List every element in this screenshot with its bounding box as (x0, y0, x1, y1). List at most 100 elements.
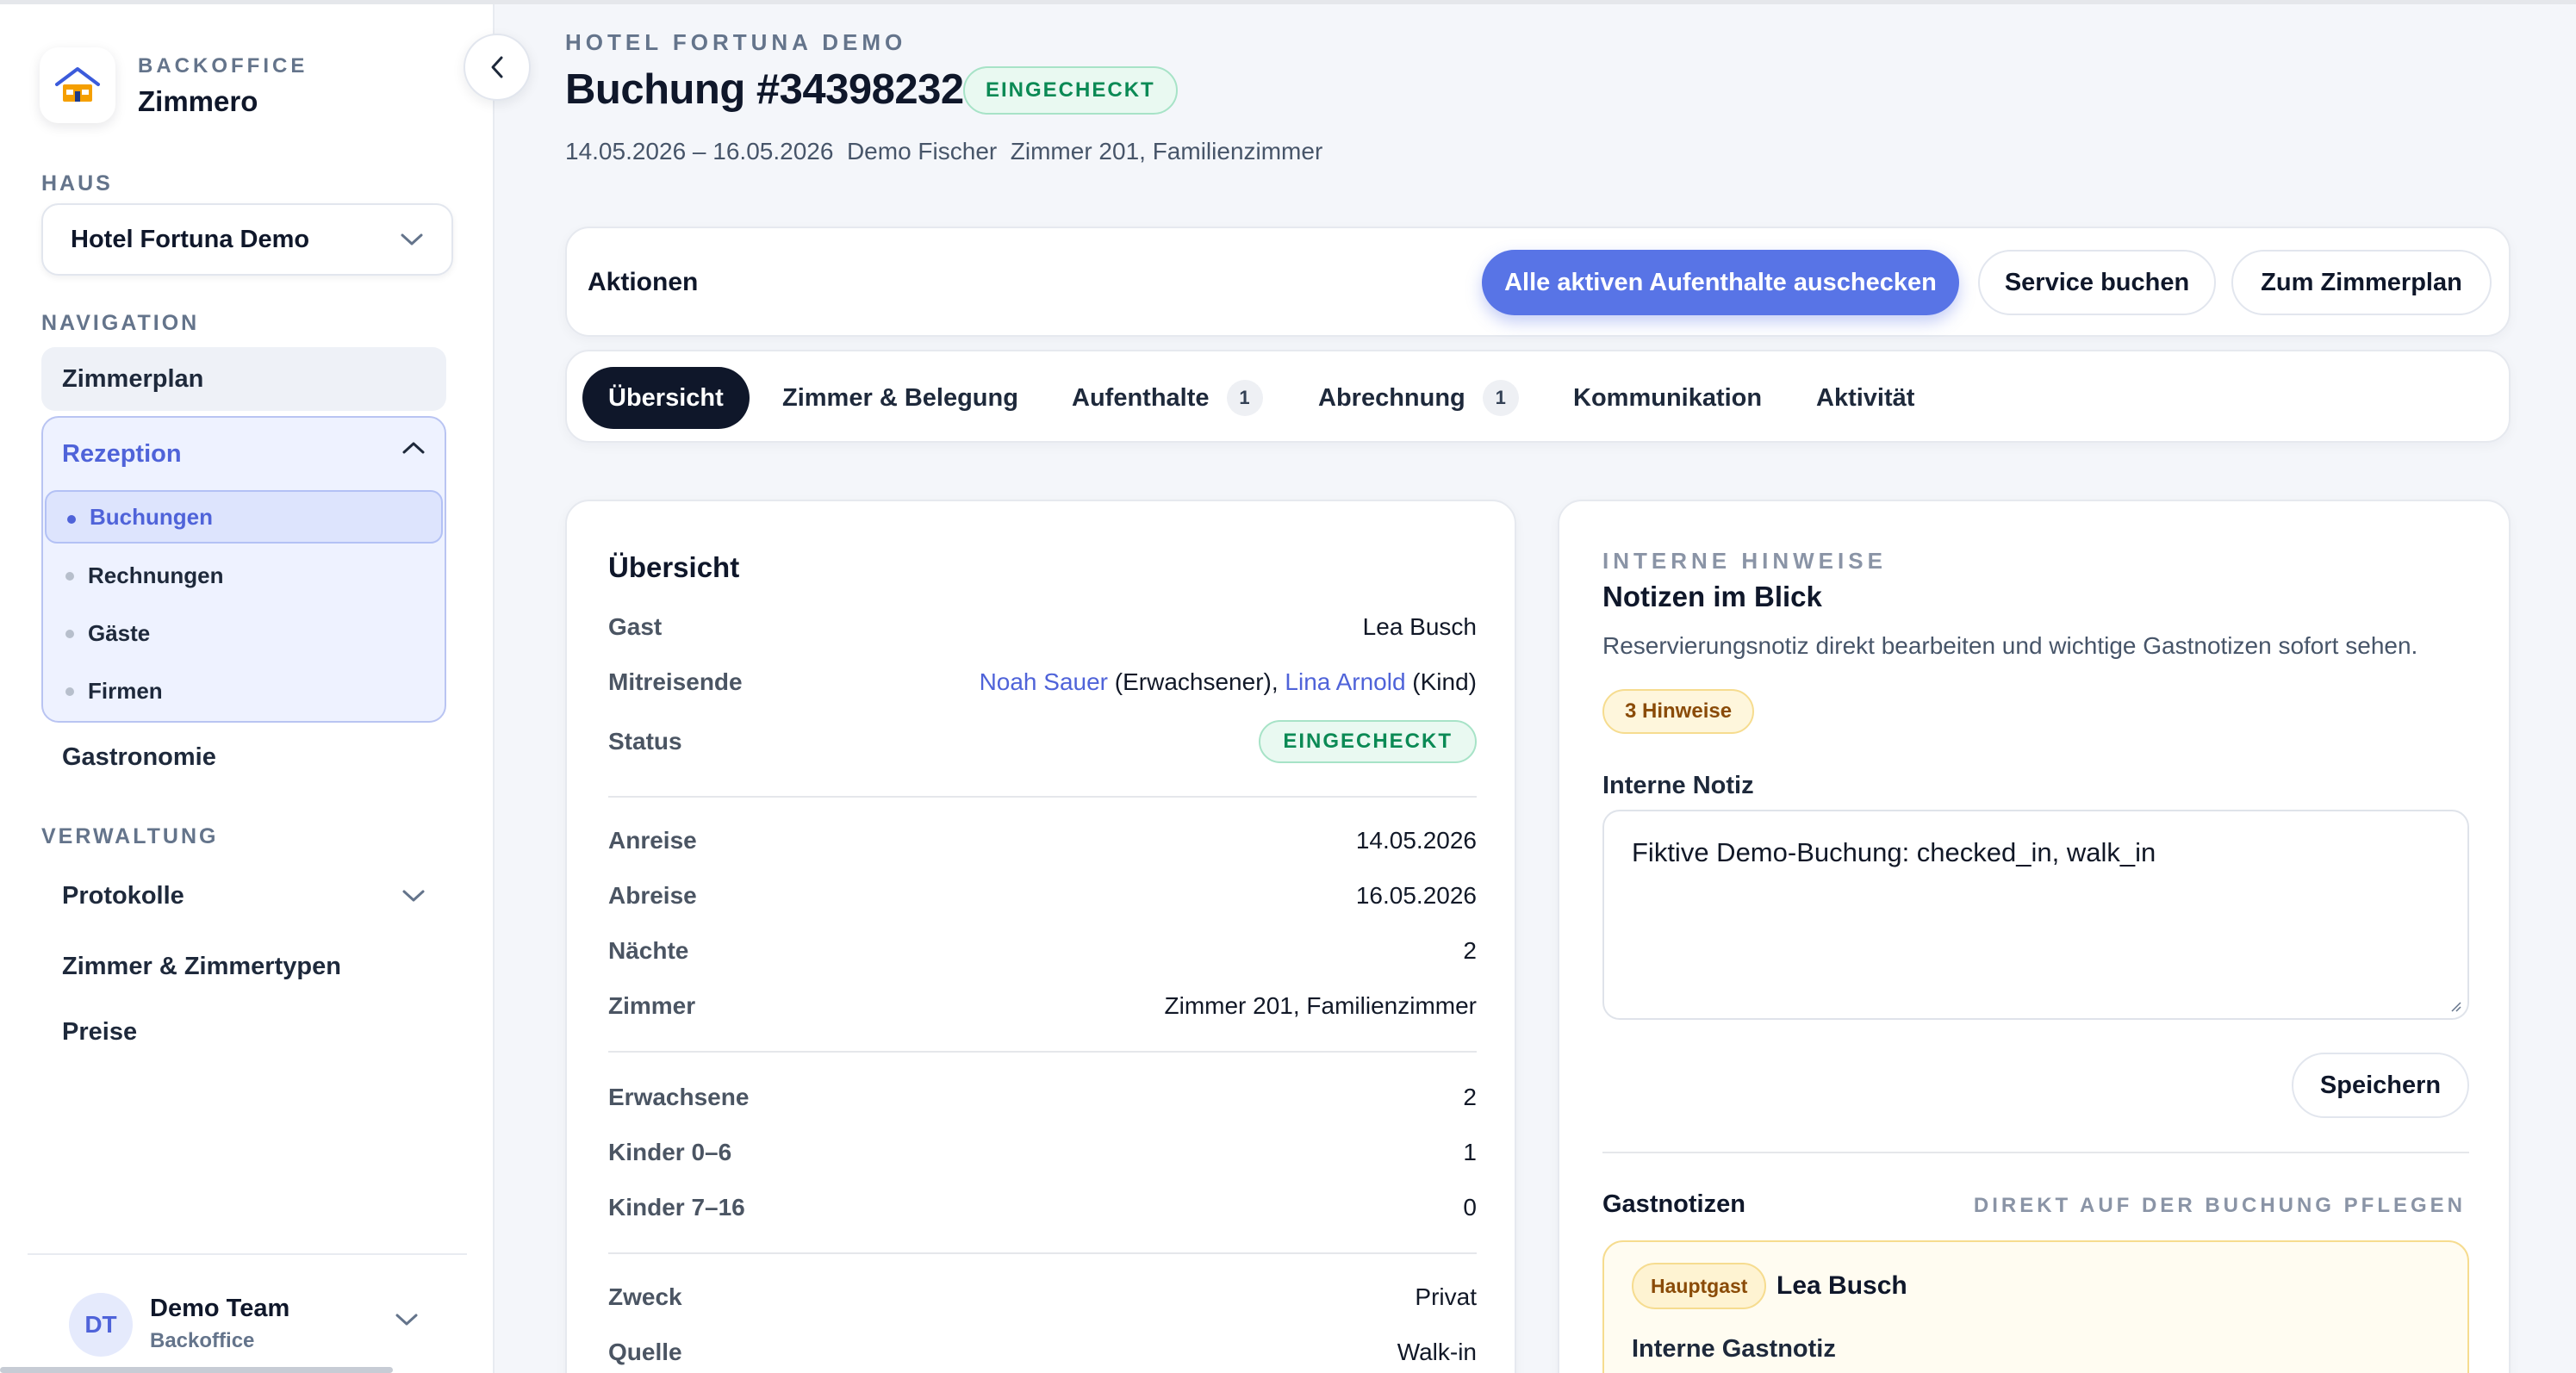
row-label: Anreise (608, 827, 697, 854)
nav-item-gastronomie[interactable]: Gastronomie (41, 725, 446, 789)
tab-abrechnung[interactable]: Abrechnung 1 (1318, 367, 1519, 429)
overview-row: Kinder 7–16 0 (608, 1194, 1477, 1221)
internal-note-textarea[interactable]: Fiktive Demo-Buchung: checked_in, walk_i… (1602, 810, 2469, 1020)
tab-label: Übersicht (608, 383, 724, 412)
house-section-label: HAUS (41, 171, 113, 196)
sidebar-item-firmen[interactable]: Firmen (45, 664, 443, 718)
checkout-all-button[interactable]: Alle aktiven Aufenthalte auschecken (1482, 250, 1959, 315)
nav-item-protokolle[interactable]: Protokolle (41, 864, 446, 928)
notes-title: Notizen im Blick (1602, 581, 1822, 612)
row-label: Abreise (608, 882, 697, 909)
house-select[interactable]: Hotel Fortuna Demo (41, 203, 453, 276)
overview-row: Zweck Privat (608, 1283, 1477, 1311)
overview-row: Anreise 14.05.2026 (608, 827, 1477, 854)
chevron-up-icon[interactable] (401, 440, 426, 456)
overview-row: Erwachsene 2 (608, 1084, 1477, 1111)
sidebar: BACKOFFICE Zimmero HAUS Hotel Fortuna De… (0, 4, 495, 1373)
nav-item-label: Zimmerplan (62, 364, 204, 393)
row-label: Kinder 7–16 (608, 1194, 745, 1221)
overview-row: Quelle Walk-in (608, 1339, 1477, 1366)
overview-row: Nächte 2 (608, 937, 1477, 965)
sidebar-item-label: Firmen (88, 677, 163, 704)
save-button[interactable]: Speichern (2292, 1053, 2469, 1118)
nav-item-zimmer-zimmertypen[interactable]: Zimmer & Zimmertypen (41, 935, 446, 998)
companion-role: (Kind) (1412, 668, 1477, 695)
sidebar-divider (28, 1253, 467, 1255)
chevron-down-icon (402, 890, 425, 902)
sidebar-scrollbar[interactable] (0, 1367, 393, 1373)
sidebar-item-label: Rechnungen (88, 562, 224, 588)
actions-label: Aktionen (588, 268, 699, 296)
chevron-left-icon (491, 56, 503, 78)
nav-item-zimmerplan[interactable]: Zimmerplan (41, 347, 446, 411)
overview-card: Übersicht Gast Lea Busch Mitreisende Noa… (565, 500, 1516, 1373)
chevron-down-icon (401, 233, 423, 245)
to-roomplan-button[interactable]: Zum Zimmerplan (2231, 250, 2492, 315)
internal-note-label: Interne Notiz (1602, 772, 1754, 799)
overview-row-status: Status EINGECHECKT (608, 720, 1477, 763)
tab-zimmer-belegung[interactable]: Zimmer & Belegung (782, 367, 1018, 429)
resize-handle-icon[interactable] (2448, 999, 2462, 1013)
row-label: Erwachsene (608, 1084, 750, 1110)
overview-row: Abreise 16.05.2026 (608, 882, 1477, 910)
notes-description: Reservierungsnotiz direkt bearbeiten und… (1602, 632, 2418, 659)
nav-item-label: Preise (62, 1017, 138, 1046)
avatar[interactable]: DT (69, 1293, 133, 1357)
bullet-icon (65, 630, 74, 638)
guest-notes-label: Gastnotizen (1602, 1190, 1745, 1218)
status-badge: EINGECHECKT (1259, 720, 1477, 763)
row-value: 14.05.2026 (1355, 827, 1477, 854)
row-value: Privat (1415, 1283, 1477, 1310)
row-label: Nächte (608, 937, 689, 964)
row-value: 2 (1463, 937, 1477, 964)
collapse-sidebar-button[interactable] (464, 34, 531, 101)
booking-subline: 14.05.2026 – 16.05.2026 Demo Fischer Zim… (565, 138, 1323, 165)
row-value: 0 (1463, 1194, 1477, 1221)
row-label: Quelle (608, 1339, 682, 1365)
overview-title: Übersicht (608, 551, 740, 583)
row-value: Zimmer 201, Familienzimmer (1164, 992, 1478, 1019)
divider (608, 1051, 1477, 1053)
nav-group-rezeption-toggle[interactable]: Rezeption (62, 440, 182, 469)
sidebar-item-rechnungen[interactable]: Rechnungen (45, 549, 443, 602)
brand-logo (40, 47, 115, 123)
bullet-icon (65, 687, 74, 696)
guest-notes-manage-link[interactable]: DIREKT AUF DER BUCHUNG PFLEGEN (1974, 1194, 2466, 1218)
sidebar-item-gaeste[interactable]: Gäste (45, 606, 443, 660)
tab-uebersicht[interactable]: Übersicht (582, 367, 750, 429)
navigation-section-label: NAVIGATION (41, 311, 200, 335)
user-name[interactable]: Demo Team (150, 1295, 289, 1323)
row-label: Kinder 0–6 (608, 1139, 732, 1165)
row-label: Zweck (608, 1283, 682, 1310)
chevron-down-icon[interactable] (395, 1312, 419, 1327)
tab-aktivitaet[interactable]: Aktivität (1816, 367, 1914, 429)
divider (608, 796, 1477, 798)
tab-label: Aktivität (1816, 383, 1915, 412)
row-label: Zimmer (608, 992, 696, 1019)
status-badge: EINGECHECKT (963, 66, 1178, 115)
hotel-icon (55, 67, 100, 102)
brand-eyebrow: BACKOFFICE (138, 54, 308, 78)
nav-group-rezeption: Rezeption Buchungen Rechnungen Gäste Fir… (41, 416, 446, 723)
tab-label: Kommunikation (1573, 383, 1763, 412)
book-service-button[interactable]: Service buchen (1978, 250, 2216, 315)
row-value: 2 (1463, 1084, 1477, 1110)
sidebar-item-label: Gäste (88, 619, 151, 646)
main-guest-name: Lea Busch (1776, 1271, 1907, 1300)
bullet-icon (65, 572, 74, 581)
companion-link[interactable]: Noah Sauer (980, 668, 1108, 695)
tab-kommunikation[interactable]: Kommunikation (1573, 367, 1762, 429)
guest-link[interactable]: Lea Busch (1363, 613, 1477, 641)
notes-card: INTERNE HINWEISE Notizen im Blick Reserv… (1558, 500, 2511, 1373)
overview-row-companions: Mitreisende Noah Sauer (Erwachsener), Li… (608, 668, 1477, 696)
sidebar-item-label: Buchungen (90, 503, 213, 530)
overview-row-guest: Gast Lea Busch (608, 613, 1477, 641)
tab-aufenthalte[interactable]: Aufenthalte 1 (1072, 367, 1263, 429)
divider (1602, 1152, 2469, 1153)
nav-item-preise[interactable]: Preise (41, 1000, 446, 1064)
sidebar-item-buchungen[interactable]: Buchungen (45, 490, 443, 544)
row-label: Mitreisende (608, 668, 743, 695)
nav-item-label: Gastronomie (62, 742, 216, 771)
tab-label: Aufenthalte (1072, 383, 1210, 412)
companion-link[interactable]: Lina Arnold (1285, 668, 1405, 695)
